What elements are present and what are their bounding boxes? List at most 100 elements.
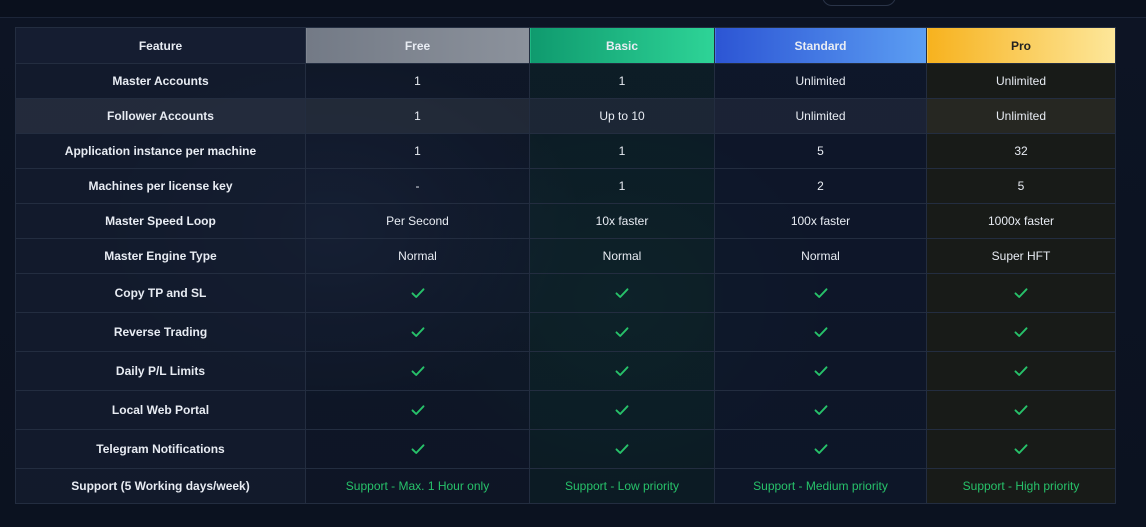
basic-plan-check-cell	[529, 429, 715, 469]
pro-plan-value-cell: 5	[926, 168, 1116, 204]
plan-comparison-table-container: Feature Free Basic Standard Pro Master A…	[15, 27, 1116, 504]
basic-plan-check-cell	[529, 312, 715, 352]
pro-plan-check-cell	[926, 351, 1116, 391]
pro-plan-value-cell: Support - High priority	[926, 468, 1116, 504]
standard-plan-value-cell: Support - Medium priority	[714, 468, 927, 504]
basic-plan-check-cell	[529, 351, 715, 391]
basic-plan-check-cell	[529, 273, 715, 313]
feature-name-cell: Telegram Notifications	[15, 429, 306, 469]
pro-plan-value-cell: 32	[926, 133, 1116, 169]
pro-plan-value-cell: 1000x faster	[926, 203, 1116, 239]
table-row: Application instance per machine 1 1 5 32	[15, 133, 1116, 169]
pro-plan-check-cell	[926, 273, 1116, 313]
check-icon	[1014, 405, 1028, 415]
feature-name-cell: Application instance per machine	[15, 133, 306, 169]
table-row: Master Engine Type Normal Normal Normal Supe…	[15, 238, 1116, 274]
pro-plan-check-cell	[926, 312, 1116, 352]
free-plan-check-cell	[305, 390, 530, 430]
standard-plan-value-cell: Normal	[714, 238, 927, 274]
check-icon	[411, 327, 424, 337]
feature-column-header: Feature	[15, 27, 306, 64]
free-plan-value-cell: 1	[305, 63, 530, 99]
free-plan-check-cell	[305, 273, 530, 313]
feature-name-cell: Master Engine Type	[15, 238, 306, 274]
free-plan-check-cell	[305, 351, 530, 391]
check-icon	[1014, 366, 1028, 376]
feature-name-cell: Daily P/L Limits	[15, 351, 306, 391]
feature-name-cell: Master Speed Loop	[15, 203, 306, 239]
check-icon	[615, 444, 629, 454]
free-plan-value-cell: 1	[305, 98, 530, 134]
top-navigation-strip	[0, 0, 1146, 18]
feature-name-cell: Reverse Trading	[15, 312, 306, 352]
check-icon	[1014, 288, 1028, 298]
standard-plan-check-cell	[714, 390, 927, 430]
basic-plan-value-cell: Support - Low priority	[529, 468, 715, 504]
top-pill-button[interactable]	[822, 0, 896, 6]
standard-plan-header: Standard	[714, 27, 927, 64]
standard-plan-check-cell	[714, 312, 927, 352]
feature-name-cell: Master Accounts	[15, 63, 306, 99]
free-plan-value-cell: 1	[305, 133, 530, 169]
check-icon	[615, 405, 629, 415]
table-row: Copy TP and SL	[15, 273, 1116, 313]
check-icon	[411, 405, 424, 415]
pro-plan-check-cell	[926, 390, 1116, 430]
table-row: Telegram Notifications	[15, 429, 1116, 469]
standard-plan-value-cell: 100x faster	[714, 203, 927, 239]
check-icon	[411, 288, 424, 298]
basic-plan-value-cell: Up to 10	[529, 98, 715, 134]
free-plan-value-cell: Support - Max. 1 Hour only	[305, 468, 530, 504]
basic-plan-value-cell: 1	[529, 133, 715, 169]
check-icon	[615, 327, 629, 337]
free-plan-value-cell: -	[305, 168, 530, 204]
check-icon	[814, 444, 827, 454]
free-plan-value-cell: Normal	[305, 238, 530, 274]
standard-plan-value-cell: 5	[714, 133, 927, 169]
standard-plan-value-cell: Unlimited	[714, 98, 927, 134]
feature-name-cell: Machines per license key	[15, 168, 306, 204]
free-plan-value-cell: Per Second	[305, 203, 530, 239]
basic-plan-value-cell: 10x faster	[529, 203, 715, 239]
standard-plan-check-cell	[714, 351, 927, 391]
check-icon	[814, 288, 827, 298]
pro-plan-header: Pro	[926, 27, 1116, 64]
feature-name-cell: Copy TP and SL	[15, 273, 306, 313]
standard-plan-value-cell: 2	[714, 168, 927, 204]
pro-plan-check-cell	[926, 429, 1116, 469]
feature-name-cell: Local Web Portal	[15, 390, 306, 430]
standard-plan-check-cell	[714, 273, 927, 313]
free-plan-header: Free	[305, 27, 530, 64]
check-icon	[1014, 444, 1028, 454]
plan-comparison-table: Feature Free Basic Standard Pro Master A…	[15, 27, 1116, 504]
free-plan-check-cell	[305, 429, 530, 469]
basic-plan-value-cell: 1	[529, 168, 715, 204]
table-header-row: Feature Free Basic Standard Pro	[15, 27, 1116, 64]
table-row: Daily P/L Limits	[15, 351, 1116, 391]
table-row: Local Web Portal	[15, 390, 1116, 430]
table-row: Master Speed Loop Per Second 10x faster 100…	[15, 203, 1116, 239]
free-plan-check-cell	[305, 312, 530, 352]
basic-plan-header: Basic	[529, 27, 715, 64]
check-icon	[1014, 327, 1028, 337]
check-icon	[615, 288, 629, 298]
standard-plan-check-cell	[714, 429, 927, 469]
check-icon	[814, 366, 827, 376]
standard-plan-value-cell: Unlimited	[714, 63, 927, 99]
pro-plan-value-cell: Unlimited	[926, 63, 1116, 99]
basic-plan-value-cell: Normal	[529, 238, 715, 274]
check-icon	[814, 405, 827, 415]
table-row: Master Accounts 1 1 Unlimited Unlimited	[15, 63, 1116, 99]
check-icon	[814, 327, 827, 337]
table-row: Reverse Trading	[15, 312, 1116, 352]
pro-plan-value-cell: Unlimited	[926, 98, 1116, 134]
feature-name-cell: Follower Accounts	[15, 98, 306, 134]
basic-plan-check-cell	[529, 390, 715, 430]
table-row: Follower Accounts 1 Up to 10 Unlimited Unlim…	[15, 98, 1116, 134]
check-icon	[615, 366, 629, 376]
pro-plan-value-cell: Super HFT	[926, 238, 1116, 274]
basic-plan-value-cell: 1	[529, 63, 715, 99]
feature-name-cell: Support (5 Working days/week)	[15, 468, 306, 504]
check-icon	[411, 366, 424, 376]
table-row: Support (5 Working days/week) Support - M…	[15, 468, 1116, 504]
